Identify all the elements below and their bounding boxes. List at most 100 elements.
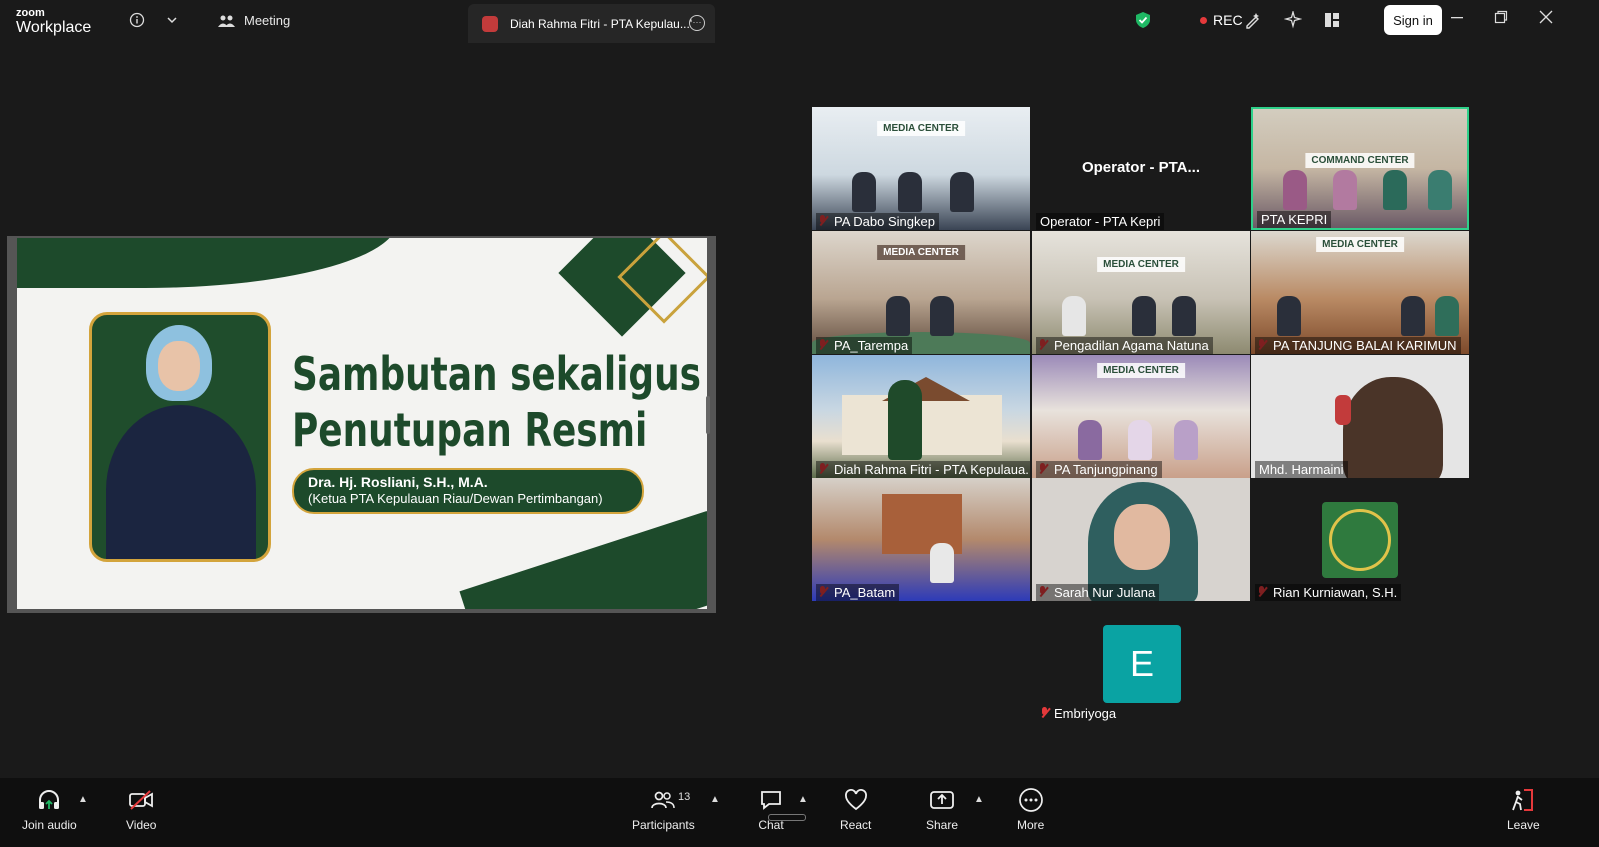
headphones-icon	[36, 788, 62, 812]
tab-meeting[interactable]: Meeting	[218, 13, 290, 28]
building-image	[842, 395, 1002, 455]
video-tile[interactable]: Sarah Nur Julana	[1032, 478, 1250, 601]
share-label: Share	[926, 818, 959, 832]
room-sign: COMMAND CENTER	[1305, 153, 1415, 168]
react-button[interactable]: React	[840, 788, 871, 832]
video-tile[interactable]: MEDIA CENTER Pengadilan Agama Natuna	[1032, 231, 1250, 354]
participant-figure	[950, 172, 974, 212]
video-tile[interactable]: Diah Rahma Fitri - PTA Kepulaua...	[812, 355, 1030, 478]
logo-line1: zoom	[16, 7, 45, 19]
meeting-toolbar: Join audio ▲ Video Participants 13 ▲ Cha…	[0, 778, 1599, 847]
audio-options-caret-icon[interactable]: ▲	[78, 794, 88, 805]
participant-figure	[1383, 170, 1407, 210]
tile-name: PA_Batam	[816, 584, 900, 601]
join-audio-label: Join audio	[22, 818, 77, 832]
video-button[interactable]: Video	[126, 788, 156, 832]
restore-icon[interactable]	[1494, 10, 1508, 29]
participant-figure	[898, 172, 922, 212]
shared-screen[interactable]: Sambutan sekaligus Penutupan Resmi Dra. …	[7, 236, 716, 613]
tile-name: PA Tanjungpinang	[1036, 461, 1162, 478]
tile-name: Pengadilan Agama Natuna	[1036, 337, 1213, 354]
room-sign: MEDIA CENTER	[877, 245, 965, 260]
participants-label: Participants	[632, 818, 695, 832]
participant-figure	[1132, 296, 1156, 336]
participant-figure	[1343, 377, 1443, 478]
slide-title-line2: Penutupan Resmi	[292, 403, 648, 457]
video-tile[interactable]: Operator - PTA... Operator - PTA Kepri	[1032, 107, 1250, 230]
room-sign: MEDIA CENTER	[1097, 257, 1185, 272]
portrait-body	[106, 405, 256, 559]
more-button[interactable]: More	[1017, 788, 1044, 832]
tile-name: PA TANJUNG BALAI KARIMUN	[1255, 337, 1461, 354]
participants-count: 13	[678, 791, 691, 803]
headphones-image	[1335, 395, 1351, 425]
tile-name: Mhd. Harmaini	[1255, 461, 1348, 478]
video-tile-active-speaker[interactable]: COMMAND CENTER PTA KEPRI	[1251, 107, 1469, 230]
video-tile[interactable]: MEDIA CENTER PA TANJUNG BALAI KARIMUN	[1251, 231, 1469, 354]
tile-center-name: Operator - PTA...	[1081, 159, 1201, 176]
room-sign: MEDIA CENTER	[877, 121, 965, 136]
video-tile[interactable]: PA_Batam	[812, 478, 1030, 601]
share-button[interactable]: Share	[926, 788, 958, 832]
participant-face	[1114, 504, 1170, 570]
room-sign: MEDIA CENTER	[1316, 237, 1404, 252]
tile-name: PTA KEPRI	[1257, 211, 1332, 228]
sign-in-button[interactable]: Sign in	[1384, 5, 1442, 35]
video-off-icon	[128, 788, 154, 812]
view-layout-icon[interactable]	[1322, 10, 1342, 30]
tile-name: Diah Rahma Fitri - PTA Kepulaua...	[816, 461, 1030, 478]
participant-label: Embriyoga	[1036, 706, 1116, 721]
share-options-caret-icon[interactable]: ▲	[974, 794, 984, 805]
participants-icon	[650, 788, 676, 812]
chat-button[interactable]: Chat	[758, 788, 784, 832]
portrait-face	[158, 341, 200, 391]
video-tile[interactable]: MEDIA CENTER PA Dabo Singkep	[812, 107, 1030, 230]
court-emblem-avatar	[1322, 502, 1398, 578]
rec-label: REC	[1213, 12, 1243, 28]
split-resize-handle[interactable]	[706, 396, 710, 434]
minimize-icon[interactable]	[1450, 10, 1464, 29]
participant-figure	[1283, 170, 1307, 210]
close-icon[interactable]	[1539, 10, 1553, 29]
share-screen-icon	[929, 788, 955, 812]
slide-title: Sambutan sekaligus Penutupan Resmi	[292, 346, 701, 458]
video-tile[interactable]: MEDIA CENTER PA Tanjungpinang	[1032, 355, 1250, 478]
participant-figure	[1128, 420, 1152, 460]
info-icon[interactable]	[127, 10, 147, 30]
avatar[interactable]: E	[1103, 625, 1181, 703]
video-label: Video	[126, 818, 157, 832]
participant-figure	[930, 543, 954, 583]
chat-options-caret-icon[interactable]: ▲	[798, 794, 808, 805]
title-bar: zoom Workplace Meeting Diah Rahma Fitri …	[0, 0, 1599, 43]
tab-meeting-label: Meeting	[244, 13, 291, 28]
ai-companion-icon[interactable]	[1283, 10, 1303, 30]
slide-decor-top-left	[17, 238, 397, 288]
tab-avatar	[482, 15, 498, 32]
more-options-icon[interactable]: ···	[689, 15, 705, 31]
video-tile[interactable]: Rian Kurniawan, S.H.	[1251, 478, 1469, 601]
chevron-down-icon[interactable]	[162, 10, 182, 30]
participant-figure	[1401, 296, 1425, 336]
shield-icon[interactable]	[1133, 10, 1153, 30]
leave-label: Leave	[1507, 818, 1540, 832]
video-tile[interactable]: MEDIA CENTER PA_Tarempa	[812, 231, 1030, 354]
participant-figure	[1078, 420, 1102, 460]
speaker-portrait	[89, 312, 271, 562]
participant-figure	[888, 380, 922, 460]
video-tile[interactable]: Mhd. Harmaini	[1251, 355, 1469, 478]
speaker-role: (Ketua PTA Kepulauan Riau/Dewan Pertimba…	[308, 491, 603, 506]
leave-button[interactable]: Leave	[1507, 788, 1540, 832]
tile-name: Rian Kurniawan, S.H.	[1255, 584, 1402, 601]
participant-figure	[930, 296, 954, 336]
participants-options-caret-icon[interactable]: ▲	[710, 794, 720, 805]
scrollbar[interactable]	[768, 814, 806, 821]
tab-active-label: Diah Rahma Fitri - PTA Kepulau...'	[510, 16, 693, 31]
tile-name: Sarah Nur Julana	[1036, 584, 1160, 601]
annotate-icon[interactable]	[1243, 10, 1263, 30]
tile-name: PA Dabo Singkep	[816, 213, 939, 230]
join-audio-button[interactable]: Join audio	[22, 788, 77, 832]
participant-figure	[1428, 170, 1452, 210]
tab-active-speaker[interactable]: Diah Rahma Fitri - PTA Kepulau...' ···	[468, 4, 715, 43]
tile-name: Operator - PTA Kepri	[1036, 213, 1165, 230]
recording-indicator[interactable]: REC	[1200, 12, 1243, 28]
